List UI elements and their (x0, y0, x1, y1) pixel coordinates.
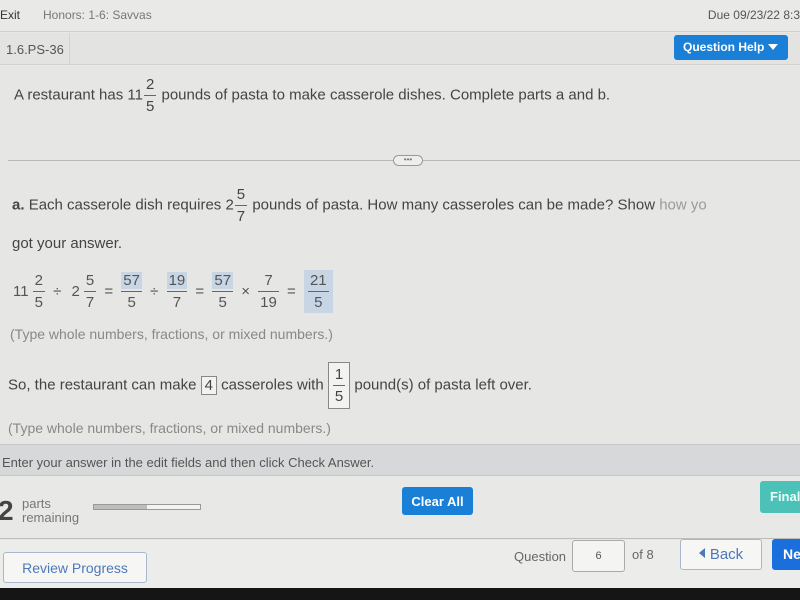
fraction-denominator: 7 (172, 294, 182, 311)
answer-fraction-1: 57 5 (121, 272, 142, 311)
action-bar: 2 parts remaining Clear All Final (0, 477, 800, 539)
stem-fraction: 25 (143, 76, 157, 115)
parts-progress-bar (93, 504, 201, 510)
question-total: of 8 (632, 547, 654, 562)
caret-down-icon (768, 44, 779, 50)
fraction-bar (166, 291, 188, 292)
equals-sign: = (104, 283, 114, 300)
fraction-numerator: 2 (34, 272, 43, 289)
clear-all-button[interactable]: Clear All (402, 487, 473, 515)
part-a-prompt-line2: got your answer. (12, 235, 123, 252)
term1-fraction: 25 (32, 272, 45, 311)
fraction-bar (332, 385, 346, 386)
fraction-bar (83, 291, 97, 292)
fraction-bar (121, 291, 142, 292)
part-a-prompt: a. Each casserole dish requires 257 poun… (12, 186, 707, 225)
part-a-fraction: 57 (234, 186, 248, 225)
progress-fill (94, 505, 147, 509)
fraction-denominator: 5 (334, 388, 344, 405)
divide-sign: ÷ (150, 283, 159, 300)
final-check-button[interactable]: Final (760, 481, 800, 513)
answer-numerator-field[interactable]: 57 (212, 272, 234, 289)
device-bezel (0, 588, 800, 600)
question-help-label: Question Help (683, 40, 765, 54)
leftover-fraction-field[interactable]: 15 (327, 362, 351, 409)
term2-fraction: 57 (83, 272, 97, 311)
back-button[interactable]: Back (680, 539, 762, 570)
fraction-bar (234, 205, 248, 206)
exit-link[interactable]: Exit (0, 8, 20, 22)
fraction-denominator: 5 (145, 98, 155, 115)
review-progress-button[interactable]: Review Progress (3, 552, 147, 583)
multiply-sign: × (241, 283, 250, 300)
answer-fraction-2: 19 7 (166, 272, 188, 311)
fraction-denominator: 19 (260, 294, 277, 311)
answer-numerator-field[interactable]: 57 (121, 272, 142, 289)
question-content: A restaurant has 11 2 5 pounds of pasta to… (0, 66, 800, 444)
fraction-denominator: 5 (218, 294, 227, 311)
term1-whole: 11 (13, 283, 29, 300)
parts-remaining-count: 2 (0, 495, 14, 526)
question-id: 1.6.PS-36 (0, 33, 70, 65)
parts-label-line1: parts (22, 496, 51, 511)
part-b-text-suffix: pound(s) of pasta left over. (354, 376, 532, 394)
leftover-fraction: 15 (332, 366, 346, 405)
question-help-button[interactable]: Question Help (674, 35, 788, 60)
fraction-bar (32, 291, 45, 292)
back-label: Back (709, 546, 744, 563)
stem-text-prefix: A restaurant has 11 (14, 86, 143, 104)
casserole-count-field[interactable]: 4 (200, 376, 217, 395)
result-fraction-field[interactable]: 21 5 (303, 270, 333, 313)
footer-nav: Review Progress Question 6 of 8 Back Ne (0, 539, 800, 588)
fraction-denominator: 5 (34, 294, 43, 311)
expand-handle[interactable]: ••• (393, 155, 423, 166)
part-b-text-middle: casseroles with (221, 376, 324, 394)
part-a-hint: (Type whole numbers, fractions, or mixed… (10, 326, 333, 342)
stem-text-suffix: pounds of pasta to make casserole dishes… (161, 86, 611, 104)
fraction-denominator: 5 (127, 294, 136, 311)
fraction-bar (212, 291, 234, 292)
course-title: Honors: 1-6: Savvas (43, 8, 152, 22)
part-b-hint: (Type whole numbers, fractions, or mixed… (8, 420, 331, 436)
question-stem: A restaurant has 11 2 5 pounds of pasta to… (14, 76, 610, 115)
answer-fraction-3: 57 5 (212, 272, 234, 311)
reciprocal-fraction: 7 19 (258, 272, 279, 311)
fraction-denominator: 7 (85, 294, 95, 311)
part-b-sentence: So, the restaurant can make 4 casseroles… (8, 362, 532, 409)
fraction-numerator: 7 (264, 272, 273, 289)
part-a-label: a. (12, 196, 25, 214)
top-bar: Exit Honors: 1-6: Savvas Due 09/23/22 8:… (0, 0, 800, 32)
fraction-numerator: 1 (334, 366, 344, 383)
next-button[interactable]: Ne (772, 539, 800, 570)
result-denominator: 5 (314, 294, 323, 311)
due-date: Due 09/23/22 8:3 (707, 8, 800, 22)
parts-remaining-label: parts remaining (22, 497, 79, 525)
fraction-numerator: 5 (85, 272, 95, 289)
part-a-text-prefix: Each casserole dish requires 2 (28, 196, 234, 214)
fraction-bar (258, 291, 279, 292)
part-a-text-suffix: pounds of pasta. How many casseroles can… (252, 196, 656, 214)
fraction-numerator: 5 (236, 186, 246, 203)
screen: Exit Honors: 1-6: Savvas Due 09/23/22 8:… (0, 0, 800, 588)
equals-sign: = (195, 283, 205, 300)
divide-sign: ÷ (53, 283, 62, 300)
question-bar: 1.6.PS-36 Question Help ⋮ (0, 33, 800, 65)
answer-numerator-field[interactable]: 19 (166, 272, 188, 289)
question-label: Question (514, 549, 567, 564)
equals-sign: = (287, 283, 296, 300)
fraction-bar (307, 291, 329, 292)
more-options-icon[interactable]: ⋮ (795, 40, 800, 57)
fraction-bar (143, 95, 157, 96)
fraction-numerator: 2 (145, 76, 155, 93)
division-equation: 11 2 5 ÷ 257 = 57 5 ÷ 19 7 = 57 5 × 7 19 = 21 5 (10, 270, 334, 313)
part-b-text-prefix: So, the restaurant can make (8, 376, 197, 394)
fraction-denominator: 7 (236, 208, 246, 225)
result-numerator: 21 (307, 272, 329, 289)
part-a-text-cut: how yo (659, 196, 707, 214)
back-arrow-icon (698, 548, 705, 558)
parts-label-line2: remaining (22, 510, 80, 525)
question-number-input[interactable]: 6 (572, 540, 625, 572)
term2-whole: 2 (71, 283, 80, 300)
instruction-bar: Enter your answer in the edit fields and… (0, 444, 800, 476)
